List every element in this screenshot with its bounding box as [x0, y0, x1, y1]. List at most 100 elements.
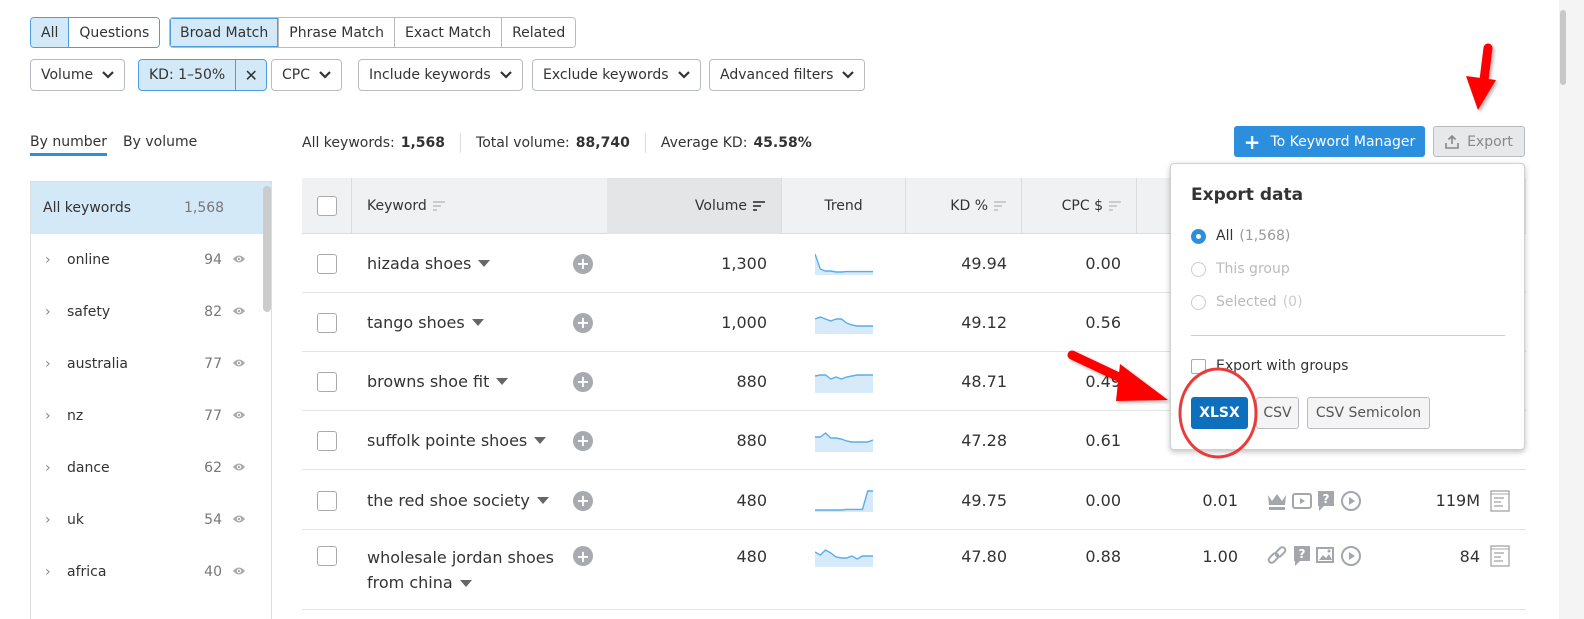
row-checkbox[interactable] [317, 430, 337, 451]
export-option-this-group[interactable]: This group [1191, 261, 1290, 277]
include-keywords-filter[interactable]: Include keywords [358, 59, 523, 91]
chevron-right-icon[interactable]: › [45, 304, 51, 320]
advanced-filters[interactable]: Advanced filters [709, 59, 866, 91]
chevron-right-icon[interactable]: › [45, 512, 51, 528]
eye-icon[interactable] [232, 358, 246, 368]
serp-document-icon [1490, 545, 1510, 567]
row-checkbox[interactable] [317, 490, 337, 511]
add-to-list-icon[interactable]: + [573, 430, 593, 451]
row-checkbox[interactable] [317, 371, 337, 392]
chevron-right-icon[interactable]: › [45, 460, 51, 476]
chevron-right-icon[interactable]: › [45, 356, 51, 372]
keyword-summary: All keywords: 1,568 Total volume: 88,740… [302, 133, 812, 153]
add-to-list-icon[interactable]: + [573, 312, 593, 333]
clear-kd-filter-icon[interactable]: ✕ [236, 60, 266, 90]
row-checkbox[interactable] [317, 253, 337, 274]
tab-all[interactable]: All [31, 18, 70, 47]
tab-questions[interactable]: Questions [69, 18, 160, 47]
plus-icon: + [1243, 129, 1261, 154]
kd-filter[interactable]: KD: 1–50% ✕ [138, 59, 268, 91]
keyword-link[interactable]: hizada shoes [367, 234, 491, 293]
keyword-link[interactable]: tango shoes [367, 293, 484, 352]
export-popup-title: Export data [1191, 185, 1304, 205]
exclude-keywords-filter[interactable]: Exclude keywords [532, 59, 701, 91]
to-keyword-manager-button[interactable]: + To Keyword Manager [1234, 126, 1425, 157]
chevron-right-icon[interactable]: › [45, 564, 51, 580]
cpc-cell: 0.00 [1085, 491, 1121, 510]
export-option-all[interactable]: All (1,568) [1191, 228, 1290, 244]
chevron-right-icon[interactable]: › [45, 252, 51, 268]
scrollbar-thumb[interactable] [1560, 10, 1566, 85]
tab-broad-match[interactable]: Broad Match [170, 18, 280, 47]
serp-view-button[interactable] [1490, 471, 1510, 530]
export-with-groups-checkbox[interactable]: Export with groups [1191, 358, 1348, 374]
sidebar-item-nz[interactable]: › nz 77 [31, 390, 271, 442]
caret-down-icon[interactable] [478, 260, 491, 267]
competition-cell: 1.00 [1202, 546, 1238, 566]
keyword-link[interactable]: wholesale jordan shoes from china [367, 545, 567, 595]
tab-by-volume[interactable]: By volume [123, 134, 197, 150]
caret-down-icon[interactable] [536, 497, 549, 504]
all-keywords-label: All keywords: [302, 135, 395, 151]
sidebar-item-safety[interactable]: › safety 82 [31, 286, 271, 338]
tab-phrase-match[interactable]: Phrase Match [279, 18, 395, 47]
sidebar-item-africa[interactable]: › africa 40 [31, 546, 271, 598]
select-all-checkbox[interactable] [316, 196, 337, 216]
cpc-filter[interactable]: CPC [271, 59, 342, 91]
add-to-list-icon[interactable]: + [573, 490, 593, 511]
add-to-list-icon[interactable]: + [573, 253, 593, 274]
faq-icon: ? [1316, 490, 1336, 512]
eye-icon[interactable] [232, 566, 246, 576]
column-kd[interactable]: KD % [906, 178, 1022, 234]
caret-down-icon[interactable] [534, 437, 547, 444]
eye-icon[interactable] [232, 410, 246, 420]
sidebar-item-australia[interactable]: › australia 77 [31, 338, 271, 390]
cpc-cell: 0.56 [1085, 313, 1121, 332]
keyword-link[interactable]: the red shoe society [367, 471, 549, 530]
svg-text:?: ? [1323, 492, 1330, 506]
serp-document-icon [1490, 489, 1510, 512]
row-checkbox[interactable] [317, 546, 337, 566]
average-kd-label: Average KD: [660, 135, 748, 151]
csv-semicolon-button[interactable]: CSV Semicolon [1307, 397, 1430, 429]
column-keyword[interactable]: Keyword [352, 178, 607, 234]
eye-icon[interactable] [232, 514, 246, 524]
tab-by-number[interactable]: By number [30, 134, 107, 156]
volume-filter[interactable]: Volume [30, 59, 126, 91]
sidebar-item-count: 40 [204, 564, 222, 580]
sidebar-item-online[interactable]: › online 94 [31, 234, 271, 286]
caret-down-icon[interactable] [471, 319, 484, 326]
chevron-down-icon [319, 71, 331, 79]
column-volume[interactable]: Volume [607, 178, 782, 234]
eye-icon[interactable] [232, 462, 246, 472]
csv-button[interactable]: CSV [1256, 397, 1299, 429]
keyword-link[interactable]: browns shoe fit [367, 352, 509, 411]
eye-icon[interactable] [232, 254, 246, 264]
sort-icon [753, 201, 765, 211]
row-checkbox[interactable] [317, 312, 337, 333]
keyword-link[interactable]: suffolk pointe shoes [367, 411, 547, 470]
image-icon [1316, 546, 1336, 566]
caret-down-icon[interactable] [496, 378, 509, 385]
serp-view-button[interactable] [1490, 530, 1510, 582]
add-to-list-icon[interactable]: + [573, 371, 593, 392]
sidebar-item-uk[interactable]: › uk 54 [31, 494, 271, 546]
eye-icon[interactable] [232, 306, 246, 316]
tab-related[interactable]: Related [502, 18, 576, 47]
export-option-selected[interactable]: Selected (0) [1191, 294, 1303, 310]
column-cpc[interactable]: CPC $ [1022, 178, 1137, 234]
page-scrollbar[interactable] [1559, 0, 1584, 619]
sidebar-item-count: 62 [204, 460, 222, 476]
export-with-groups-label: Export with groups [1216, 358, 1349, 374]
sidebar-item-all-keywords[interactable]: All keywords 1,568 [31, 182, 271, 234]
caret-down-icon[interactable] [459, 580, 472, 587]
sidebar-item-label: dance [67, 460, 110, 476]
tab-exact-match[interactable]: Exact Match [395, 18, 503, 47]
export-option-label: Selected [1216, 294, 1277, 310]
sidebar-scrollbar[interactable] [263, 186, 271, 312]
export-button[interactable]: Export [1433, 126, 1525, 157]
sidebar-item-dance[interactable]: › dance 62 [31, 442, 271, 494]
add-to-list-icon[interactable]: + [573, 546, 593, 566]
chevron-right-icon[interactable]: › [45, 408, 51, 424]
xlsx-button[interactable]: XLSX [1191, 397, 1248, 429]
